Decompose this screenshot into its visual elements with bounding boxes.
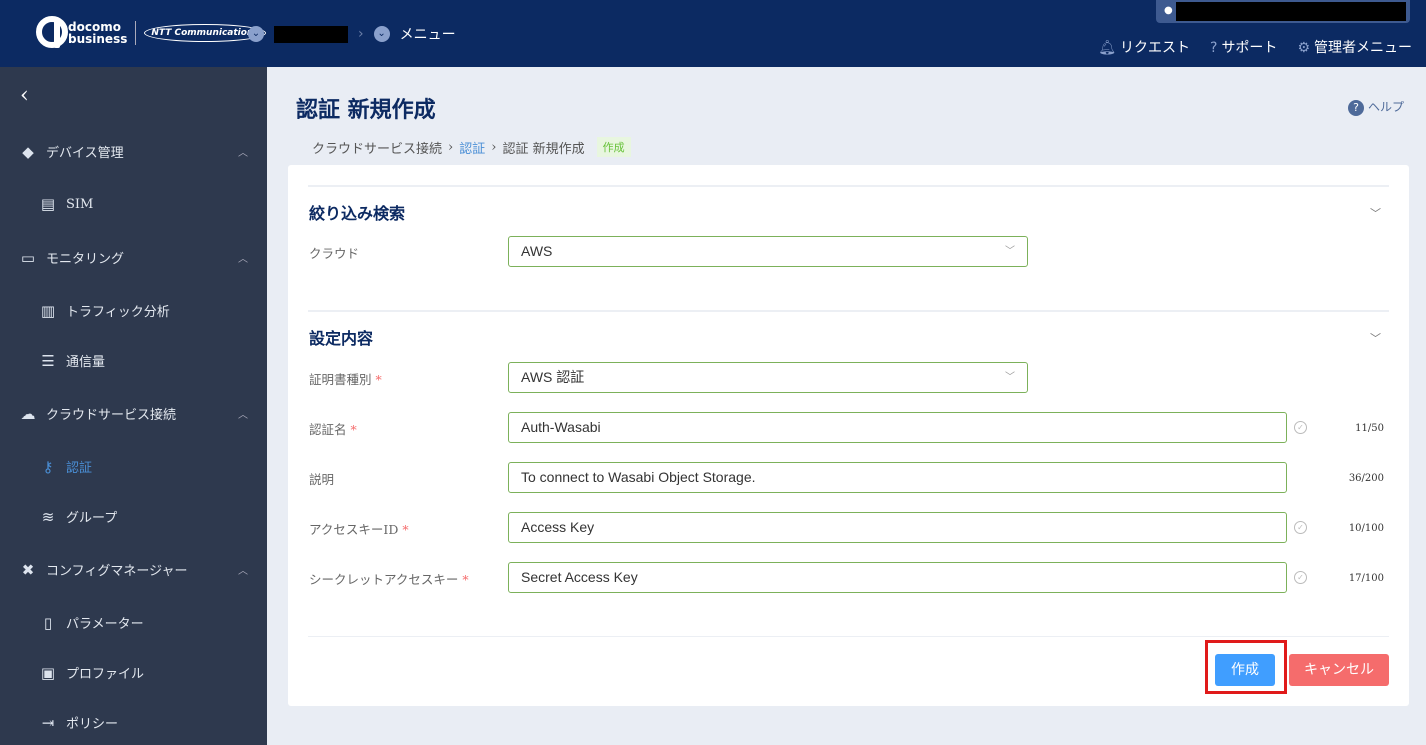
filter-section-title: 絞り込み検索 — [309, 204, 406, 223]
cancel-button[interactable]: キャンセル — [1289, 654, 1389, 686]
form-card: 絞り込み検索 ﹀ クラウド AWS ﹀ 設定内容 ﹀ 証明書種別 * AWS 認証… — [288, 165, 1409, 706]
char-count: 10/100 — [1348, 523, 1384, 534]
code-file-icon: ▯ — [43, 613, 53, 632]
request-link[interactable]: 🔔︎ リクエスト — [1098, 37, 1190, 57]
admin-menu-link[interactable]: ⚙ 管理者メニュー — [1297, 37, 1412, 57]
chevron-down-icon: ﹀ — [1005, 246, 1015, 257]
chevron-up-icon: ︿ — [238, 148, 248, 159]
chevron-right-icon: › — [358, 26, 364, 42]
chevron-up-icon: ︿ — [238, 254, 248, 265]
chevron-down-icon[interactable]: ﹀ — [1370, 330, 1381, 346]
user-menu[interactable]: ● — [1156, 0, 1410, 23]
gear-icon: ⚙ — [1297, 40, 1310, 56]
sidebar-item-cloud[interactable]: ☁ クラウドサービス接続 ︿ — [18, 404, 249, 424]
file-export-icon: ⇥ — [41, 713, 55, 732]
access-key-input[interactable]: Access Key — [508, 512, 1287, 543]
divider — [308, 636, 1389, 637]
bar-chart-icon: ▥ — [40, 301, 56, 320]
question-icon: ? — [1347, 100, 1364, 116]
auth-name-label: 認証名 * — [309, 422, 357, 437]
settings-section-title: 設定内容 — [309, 329, 374, 348]
page-title: 認証 新規作成 — [296, 97, 436, 123]
support-link[interactable]: ? サポート — [1210, 37, 1277, 57]
sidebar-item-auth[interactable]: ⚷ 認証 — [38, 457, 268, 477]
chevron-down-icon[interactable]: ﹀ — [1370, 205, 1381, 221]
chevron-down-icon[interactable]: ⌄ — [248, 26, 264, 42]
collapse-sidebar-icon[interactable]: ‹ — [20, 83, 29, 108]
sidebar-item-profile[interactable]: ▣ プロファイル — [38, 663, 268, 683]
divider — [308, 185, 1389, 187]
layers-icon: ≋ — [41, 507, 55, 526]
char-count: 36/200 — [1348, 473, 1384, 484]
secret-key-input[interactable]: Secret Access Key — [508, 562, 1287, 593]
chevron-right-icon: › — [491, 139, 497, 155]
cloud-label: クラウド — [309, 246, 360, 261]
status-badge: 作成 — [596, 137, 631, 157]
sidebar-item-config[interactable]: ✖ コンフィグマネージャー ︿ — [18, 560, 248, 580]
redacted-tenant[interactable] — [274, 25, 348, 43]
key-icon: ⚷ — [42, 457, 54, 476]
chevron-down-icon[interactable]: ⌄ — [373, 26, 390, 42]
chevron-up-icon: ︿ — [238, 566, 248, 577]
tools-icon: ✖ — [21, 560, 35, 579]
breadcrumb-cloud[interactable]: クラウドサービス接続 — [312, 138, 442, 157]
highlight-box — [1205, 640, 1287, 694]
help-link[interactable]: ? ヘルプ — [1347, 98, 1404, 116]
breadcrumb: クラウドサービス接続 › 認証 › 認証 新規作成 作成 — [312, 137, 631, 157]
sidebar-item-traffic[interactable]: ▥ トラフィック分析 — [38, 301, 268, 321]
sidebar-item-group[interactable]: ≋ グループ — [38, 507, 268, 527]
cloud-select[interactable]: AWS ﹀ — [508, 236, 1028, 267]
question-icon: ? — [1210, 40, 1218, 56]
cert-type-select[interactable]: AWS 認証 ﹀ — [508, 362, 1028, 393]
chevron-up-icon: ︿ — [238, 410, 248, 421]
check-circle-icon: ✓ — [1294, 521, 1307, 534]
redacted-username — [1176, 2, 1406, 21]
sidebar-item-sim[interactable]: ▤ SIM — [38, 195, 268, 213]
menu-dropdown[interactable]: メニュー — [400, 24, 456, 44]
sidebar-item-usage[interactable]: ☰ 通信量 — [38, 351, 268, 371]
sidebar-item-monitoring[interactable]: ▭ モニタリング ︿ — [18, 248, 248, 268]
sidebar-item-device[interactable]: ◆ デバイス管理 ︿ — [18, 142, 248, 162]
char-count: 17/100 — [1348, 573, 1384, 584]
check-circle-icon: ✓ — [1294, 571, 1307, 584]
chevron-right-icon: › — [448, 139, 454, 155]
cloud-icon: ☁ — [20, 404, 36, 423]
breadcrumb-auth[interactable]: 認証 — [459, 138, 485, 157]
check-circle-icon: ✓ — [1294, 421, 1307, 434]
description-input[interactable]: To connect to Wasabi Object Storage. — [508, 462, 1287, 493]
divider — [308, 310, 1389, 312]
box-upload-icon: ▣ — [40, 663, 56, 682]
sim-icon: ▤ — [40, 195, 56, 213]
list-chart-icon: ☰ — [41, 351, 55, 370]
description-label: 説明 — [309, 472, 335, 487]
cubes-icon: ◆ — [22, 142, 34, 161]
docomo-business-logo[interactable]: docomo business NTT Communications — [36, 16, 266, 48]
access-key-label: アクセスキーID * — [309, 522, 409, 537]
sidebar-item-policy[interactable]: ⇥ ポリシー — [38, 713, 268, 733]
bell-icon: 🔔︎ — [1098, 40, 1116, 56]
auth-name-input[interactable]: Auth-Wasabi — [508, 412, 1287, 443]
cert-type-label: 証明書種別 * — [309, 372, 382, 387]
char-count: 11/50 — [1355, 423, 1384, 434]
sidebar-item-parameter[interactable]: ▯ パラメーター — [38, 613, 268, 633]
sidebar: ‹ ◆ デバイス管理 ︿ ▤ SIM ▭ モニタリング ︿ ▥ トラフィック分析 ☰ 通信量 … — [0, 67, 267, 745]
breadcrumb-current: 認証 新規作成 — [502, 141, 585, 157]
user-icon: ● — [1164, 5, 1173, 16]
chevron-down-icon: ﹀ — [1005, 372, 1015, 383]
docomo-d-icon — [36, 16, 68, 48]
monitor-icon: ▭ — [20, 248, 36, 267]
top-header: docomo business NTT Communications ⌄ › ⌄ … — [0, 0, 1426, 67]
secret-key-label: シークレットアクセスキー * — [309, 572, 469, 587]
